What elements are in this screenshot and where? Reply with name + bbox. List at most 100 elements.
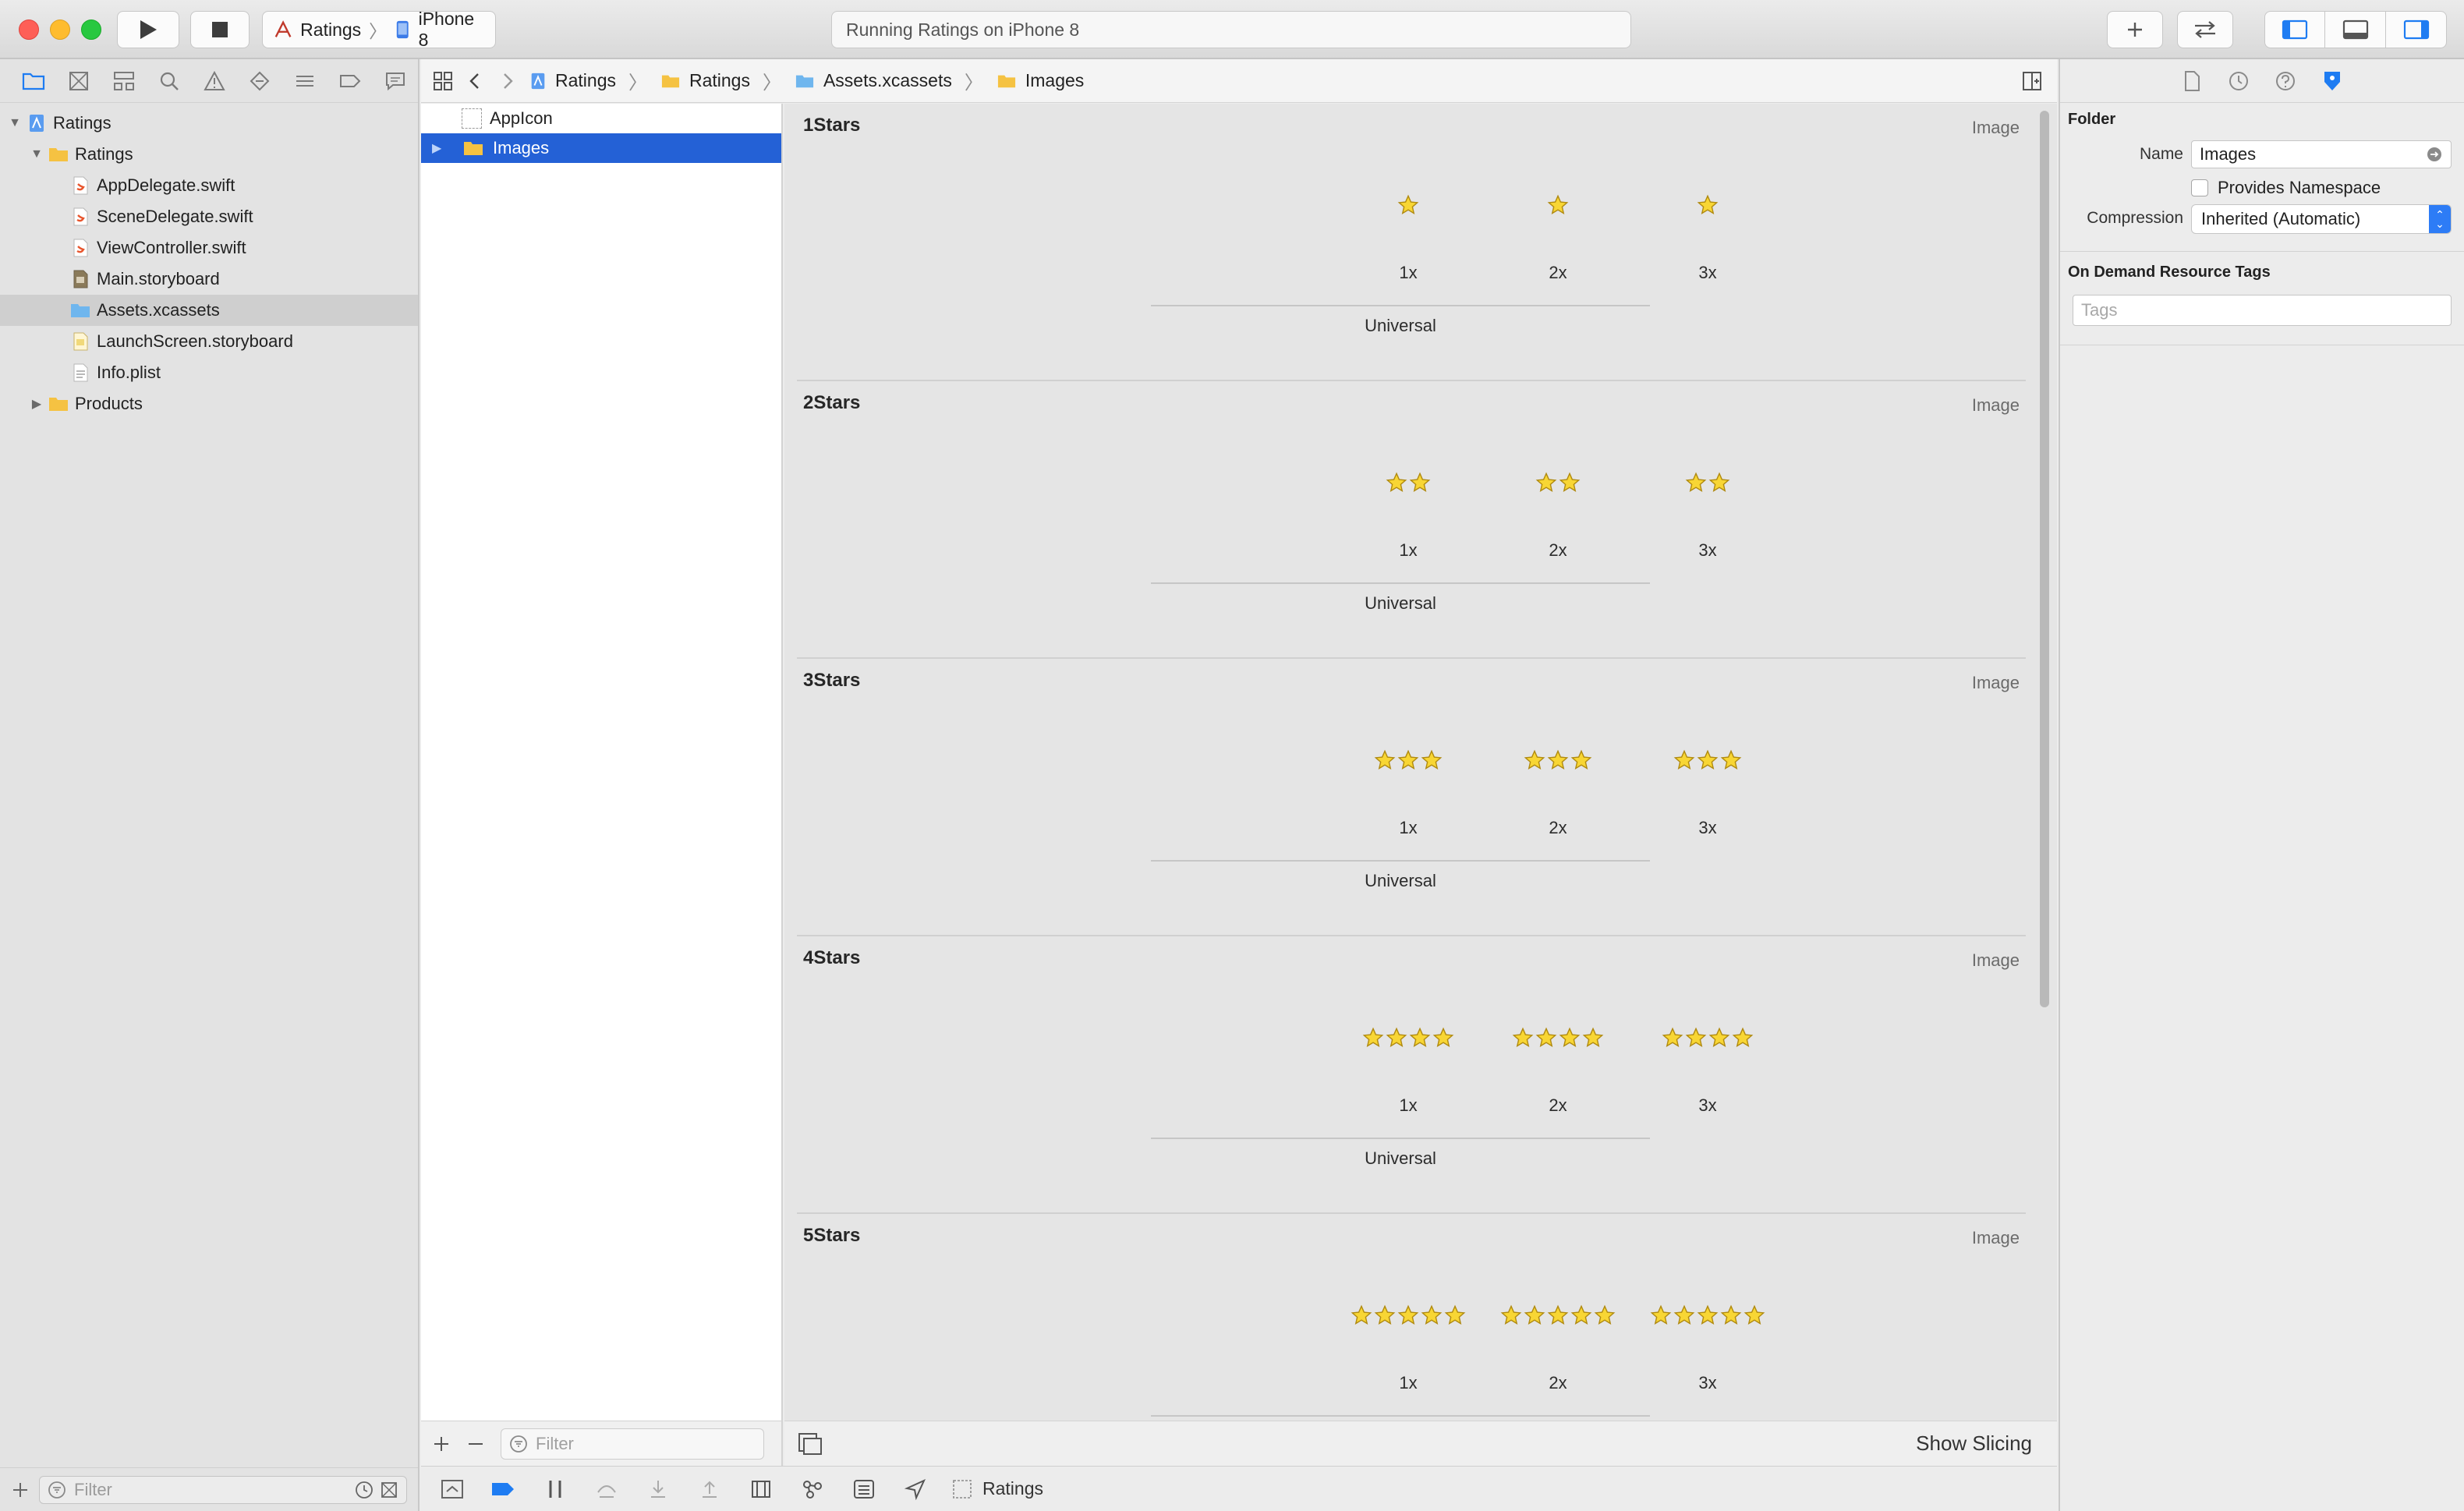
- image-slot-2x[interactable]: 2x: [1484, 745, 1632, 838]
- related-items-icon[interactable]: [432, 70, 454, 92]
- breadcrumb-assets[interactable]: Assets.xcassets: [794, 70, 952, 91]
- tree-item-assets[interactable]: Assets.xcassets: [0, 295, 418, 326]
- detail-scrollbar[interactable]: [2040, 111, 2049, 1007]
- disclosure-open-icon[interactable]: ▼: [28, 146, 45, 163]
- minimize-window-button[interactable]: [50, 19, 70, 40]
- asset-set-card[interactable]: 3Stars Image 1x 2x 3x Universal: [797, 659, 2026, 936]
- find-navigator-tab[interactable]: [147, 65, 192, 97]
- image-slot-2x[interactable]: 2x: [1484, 1300, 1632, 1393]
- file-inspector-tab[interactable]: [2178, 67, 2206, 95]
- tree-item-project[interactable]: ▼ Ratings: [0, 108, 418, 139]
- add-editor-icon[interactable]: [2021, 70, 2043, 92]
- compression-popup[interactable]: Inherited (Automatic) ⌃ ⌄: [2191, 204, 2452, 234]
- stop-button[interactable]: [190, 11, 250, 48]
- step-out-button[interactable]: [694, 1474, 725, 1505]
- image-slot-1x[interactable]: 1x: [1334, 1022, 1482, 1116]
- back-chevron-icon[interactable]: [463, 70, 487, 92]
- forward-chevron-icon[interactable]: [496, 70, 519, 92]
- history-inspector-tab[interactable]: [2225, 67, 2253, 95]
- navigator-filter-input[interactable]: Filter: [39, 1475, 407, 1504]
- tree-item-appdelegate[interactable]: AppDelegate.swift: [0, 170, 418, 201]
- step-into-button[interactable]: [643, 1474, 674, 1505]
- asset-list-item-images[interactable]: ▶ Images: [421, 133, 781, 163]
- source-control-filter-icon[interactable]: [380, 1481, 398, 1499]
- asset-set-card[interactable]: 1Stars Image 1x 2x 3x Universal: [797, 104, 2026, 381]
- hide-debug-area-button[interactable]: [437, 1474, 468, 1505]
- asset-filter-input[interactable]: Filter: [501, 1428, 764, 1460]
- tags-input[interactable]: Tags: [2073, 295, 2452, 326]
- swift-file-icon: [73, 239, 88, 257]
- asset-set-card[interactable]: 4Stars Image 1x 2x 3x Universal: [797, 936, 2026, 1214]
- test-navigator-tab[interactable]: [237, 65, 282, 97]
- toggle-inspector-button[interactable]: [2386, 11, 2447, 48]
- asset-set-card[interactable]: 5StarsImage1x2x3xUniversal: [797, 1214, 2026, 1421]
- symbol-navigator-tab[interactable]: [101, 65, 147, 97]
- pause-button[interactable]: [540, 1474, 571, 1505]
- tree-item-viewcontroller[interactable]: ViewController.swift: [0, 232, 418, 264]
- tree-item-products[interactable]: ▶ Products: [0, 388, 418, 419]
- breadcrumb-group[interactable]: Ratings: [660, 70, 750, 91]
- asset-list-item-appicon[interactable]: AppIcon: [421, 104, 781, 133]
- add-library-button[interactable]: [2107, 11, 2163, 48]
- issue-navigator-tab[interactable]: [192, 65, 237, 97]
- tree-item-label: Main.storyboard: [97, 269, 220, 288]
- disclosure-open-icon[interactable]: ▼: [6, 115, 23, 132]
- debug-navigator-tab[interactable]: [282, 65, 327, 97]
- step-over-button[interactable]: [591, 1474, 622, 1505]
- zoom-window-button[interactable]: [81, 19, 101, 40]
- attributes-inspector-tab[interactable]: [2318, 67, 2346, 95]
- recent-files-icon[interactable]: [355, 1481, 373, 1499]
- debug-memory-graph-button[interactable]: [797, 1474, 828, 1505]
- image-sets-icon[interactable]: [797, 1431, 823, 1456]
- star-image: [1334, 467, 1482, 498]
- asset-set-card[interactable]: 2Stars Image 1x 2x 3x Universal: [797, 381, 2026, 659]
- image-slot-3x[interactable]: 3x: [1634, 467, 1782, 561]
- image-slot-3x[interactable]: 3x: [1634, 1022, 1782, 1116]
- tree-item-group-ratings[interactable]: ▼ Ratings: [0, 139, 418, 170]
- run-button[interactable]: [117, 11, 179, 48]
- report-navigator-tab[interactable]: [373, 65, 418, 97]
- debug-process-target[interactable]: Ratings: [951, 1478, 1043, 1500]
- image-slot-1x[interactable]: 1x: [1334, 189, 1482, 283]
- tree-item-launchscreen[interactable]: LaunchScreen.storyboard: [0, 326, 418, 357]
- breadcrumb-images[interactable]: Images: [996, 70, 1084, 91]
- image-slot-1x[interactable]: 1x: [1334, 1300, 1482, 1393]
- go-arrow-icon[interactable]: [2426, 146, 2443, 163]
- breadcrumb-project[interactable]: Ratings: [529, 70, 616, 91]
- plus-icon[interactable]: [432, 1435, 451, 1453]
- image-slot-3x[interactable]: 3x: [1634, 1300, 1782, 1393]
- tree-item-main-storyboard[interactable]: Main.storyboard: [0, 264, 418, 295]
- image-slot-3x[interactable]: 3x: [1634, 189, 1782, 283]
- disclosure-closed-icon[interactable]: ▶: [28, 395, 45, 412]
- minus-icon[interactable]: [466, 1435, 485, 1453]
- project-navigator-tab[interactable]: [11, 65, 56, 97]
- folder-icon: [997, 75, 1015, 87]
- show-slicing-button[interactable]: Show Slicing: [1916, 1431, 2044, 1456]
- toggle-navigator-button[interactable]: [2264, 11, 2325, 48]
- folder-name-field[interactable]: Images: [2191, 140, 2452, 168]
- source-control-navigator-tab[interactable]: [56, 65, 101, 97]
- quick-help-inspector-tab[interactable]: [2271, 67, 2299, 95]
- breakpoints-toggle-button[interactable]: [488, 1474, 519, 1505]
- add-file-icon[interactable]: [11, 1481, 30, 1499]
- debug-view-hierarchy-button[interactable]: [745, 1474, 777, 1505]
- scheme-selector[interactable]: Ratings 〉 iPhone 8: [262, 9, 496, 50]
- environment-overrides-button[interactable]: [848, 1474, 880, 1505]
- image-slot-2x[interactable]: 2x: [1484, 1022, 1632, 1116]
- simulate-location-button[interactable]: [900, 1474, 931, 1505]
- tree-item-scenedelegate[interactable]: SceneDelegate.swift: [0, 201, 418, 232]
- image-slot-2x[interactable]: 2x: [1484, 189, 1632, 283]
- image-slot-2x[interactable]: 2x: [1484, 467, 1632, 561]
- breakpoint-navigator-tab[interactable]: [327, 65, 373, 97]
- image-slot-1x[interactable]: 1x: [1334, 745, 1482, 838]
- close-window-button[interactable]: [19, 19, 39, 40]
- toggle-debug-area-button[interactable]: [2325, 11, 2386, 48]
- swift-file-icon: [73, 176, 88, 195]
- image-slot-1x[interactable]: 1x: [1334, 467, 1482, 561]
- disclosure-closed-icon[interactable]: ▶: [432, 140, 449, 156]
- provides-namespace-checkbox[interactable]: [2191, 179, 2208, 196]
- code-review-button[interactable]: [2177, 11, 2233, 48]
- activity-status-text: Running Ratings on iPhone 8: [846, 19, 1080, 40]
- image-slot-3x[interactable]: 3x: [1634, 745, 1782, 838]
- tree-item-info-plist[interactable]: Info.plist: [0, 357, 418, 388]
